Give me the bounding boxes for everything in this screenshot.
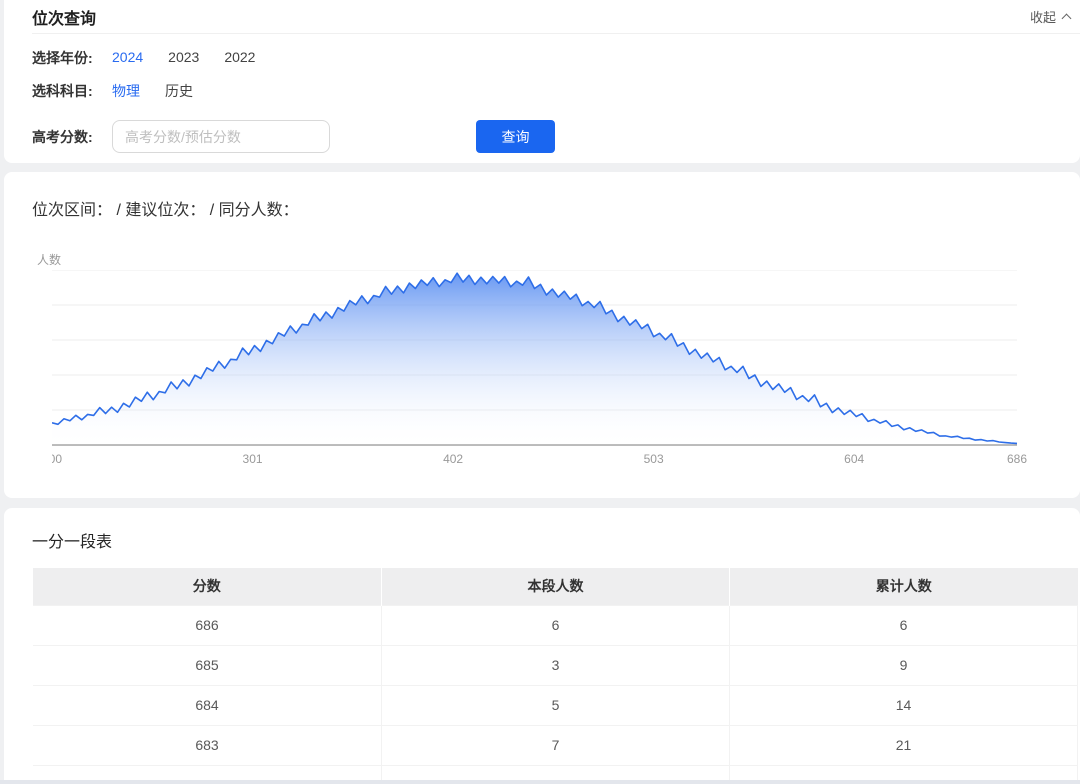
table-cell: 9 [730,645,1078,685]
column-header-本段人数: 本段人数 [382,568,730,605]
table-cell: 685 [33,645,382,685]
result-summary: 位次区间： / 建议位次： / 同分人数： [32,196,1080,220]
page-title: 位次查询 [32,5,96,29]
table-cell: 684 [33,685,382,725]
page: 位次查询 收起 选择年份: 2024 2023 2022 选科科目: 物理 历史 高考… [0,0,1080,784]
table-cell: 686 [33,605,382,645]
table-cell: 683 [33,725,382,765]
x-tick-402: 402 [443,452,463,466]
column-header-分数: 分数 [33,568,382,605]
x-tick-503: 503 [644,452,664,466]
score-input[interactable] [112,120,330,153]
y-axis-title: 人数 [37,251,1080,265]
year-filter-row: 选择年份: 2024 2023 2022 [4,48,1080,68]
table-cell: 6 [730,605,1078,645]
chart-svg[interactable]: 200 301 402 503 604 686 [52,270,1052,470]
header-divider [32,33,1080,34]
year-filter-label: 选择年份: [32,48,112,68]
subject-filter-label: 选科科目: [32,81,112,101]
score-input-label: 高考分数: [32,127,112,147]
segment-table: 分数本段人数累计人数 68666685396845146837216821031 [32,568,1078,784]
year-options: 2024 2023 2022 [112,49,280,67]
x-tick-686: 686 [1007,452,1027,466]
collapse-label: 收起 [1030,7,1056,26]
column-header-累计人数: 累计人数 [730,568,1078,605]
subject-options: 物理 历史 [112,81,218,101]
table-cell: 6 [382,605,730,645]
query-button[interactable]: 查询 [476,120,555,153]
table-row: 68539 [33,645,1078,685]
rank-query-panel: 位次查询 收起 选择年份: 2024 2023 2022 选科科目: 物理 历史 高考… [4,0,1080,163]
panel-header: 位次查询 收起 [4,0,1080,33]
x-tick-301: 301 [243,452,263,466]
subject-option-物理[interactable]: 物理 [112,83,140,99]
score-input-row: 高考分数: 查询 [4,120,1080,153]
table-cell: 14 [730,685,1078,725]
result-panel: 位次区间： / 建议位次： / 同分人数： 人数 200 301 402 503 604… [4,172,1080,498]
table-cell: 3 [382,645,730,685]
year-option-2023[interactable]: 2023 [168,49,199,65]
x-tick-200: 200 [52,452,62,466]
score-distribution-chart[interactable]: 200 301 402 503 604 686 [52,270,1080,475]
subject-filter-row: 选科科目: 物理 历史 [4,81,1080,101]
subject-option-历史[interactable]: 历史 [165,83,193,99]
x-tick-604: 604 [844,452,864,466]
table-header-row: 分数本段人数累计人数 [33,568,1078,605]
table-row: 684514 [33,685,1078,725]
year-option-2024[interactable]: 2024 [112,49,143,65]
table-cell: 7 [382,725,730,765]
table-cell: 21 [730,725,1078,765]
table-row: 683721 [33,725,1078,765]
chevron-up-icon [1062,14,1072,24]
table-row: 68666 [33,605,1078,645]
window-bottom-edge [0,780,1080,784]
collapse-toggle[interactable]: 收起 [1030,7,1070,26]
table-title: 一分一段表 [32,528,1080,552]
table-cell: 5 [382,685,730,725]
score-table-panel: 一分一段表 分数本段人数累计人数 68666685396845146837216… [4,508,1080,784]
year-option-2022[interactable]: 2022 [224,49,255,65]
